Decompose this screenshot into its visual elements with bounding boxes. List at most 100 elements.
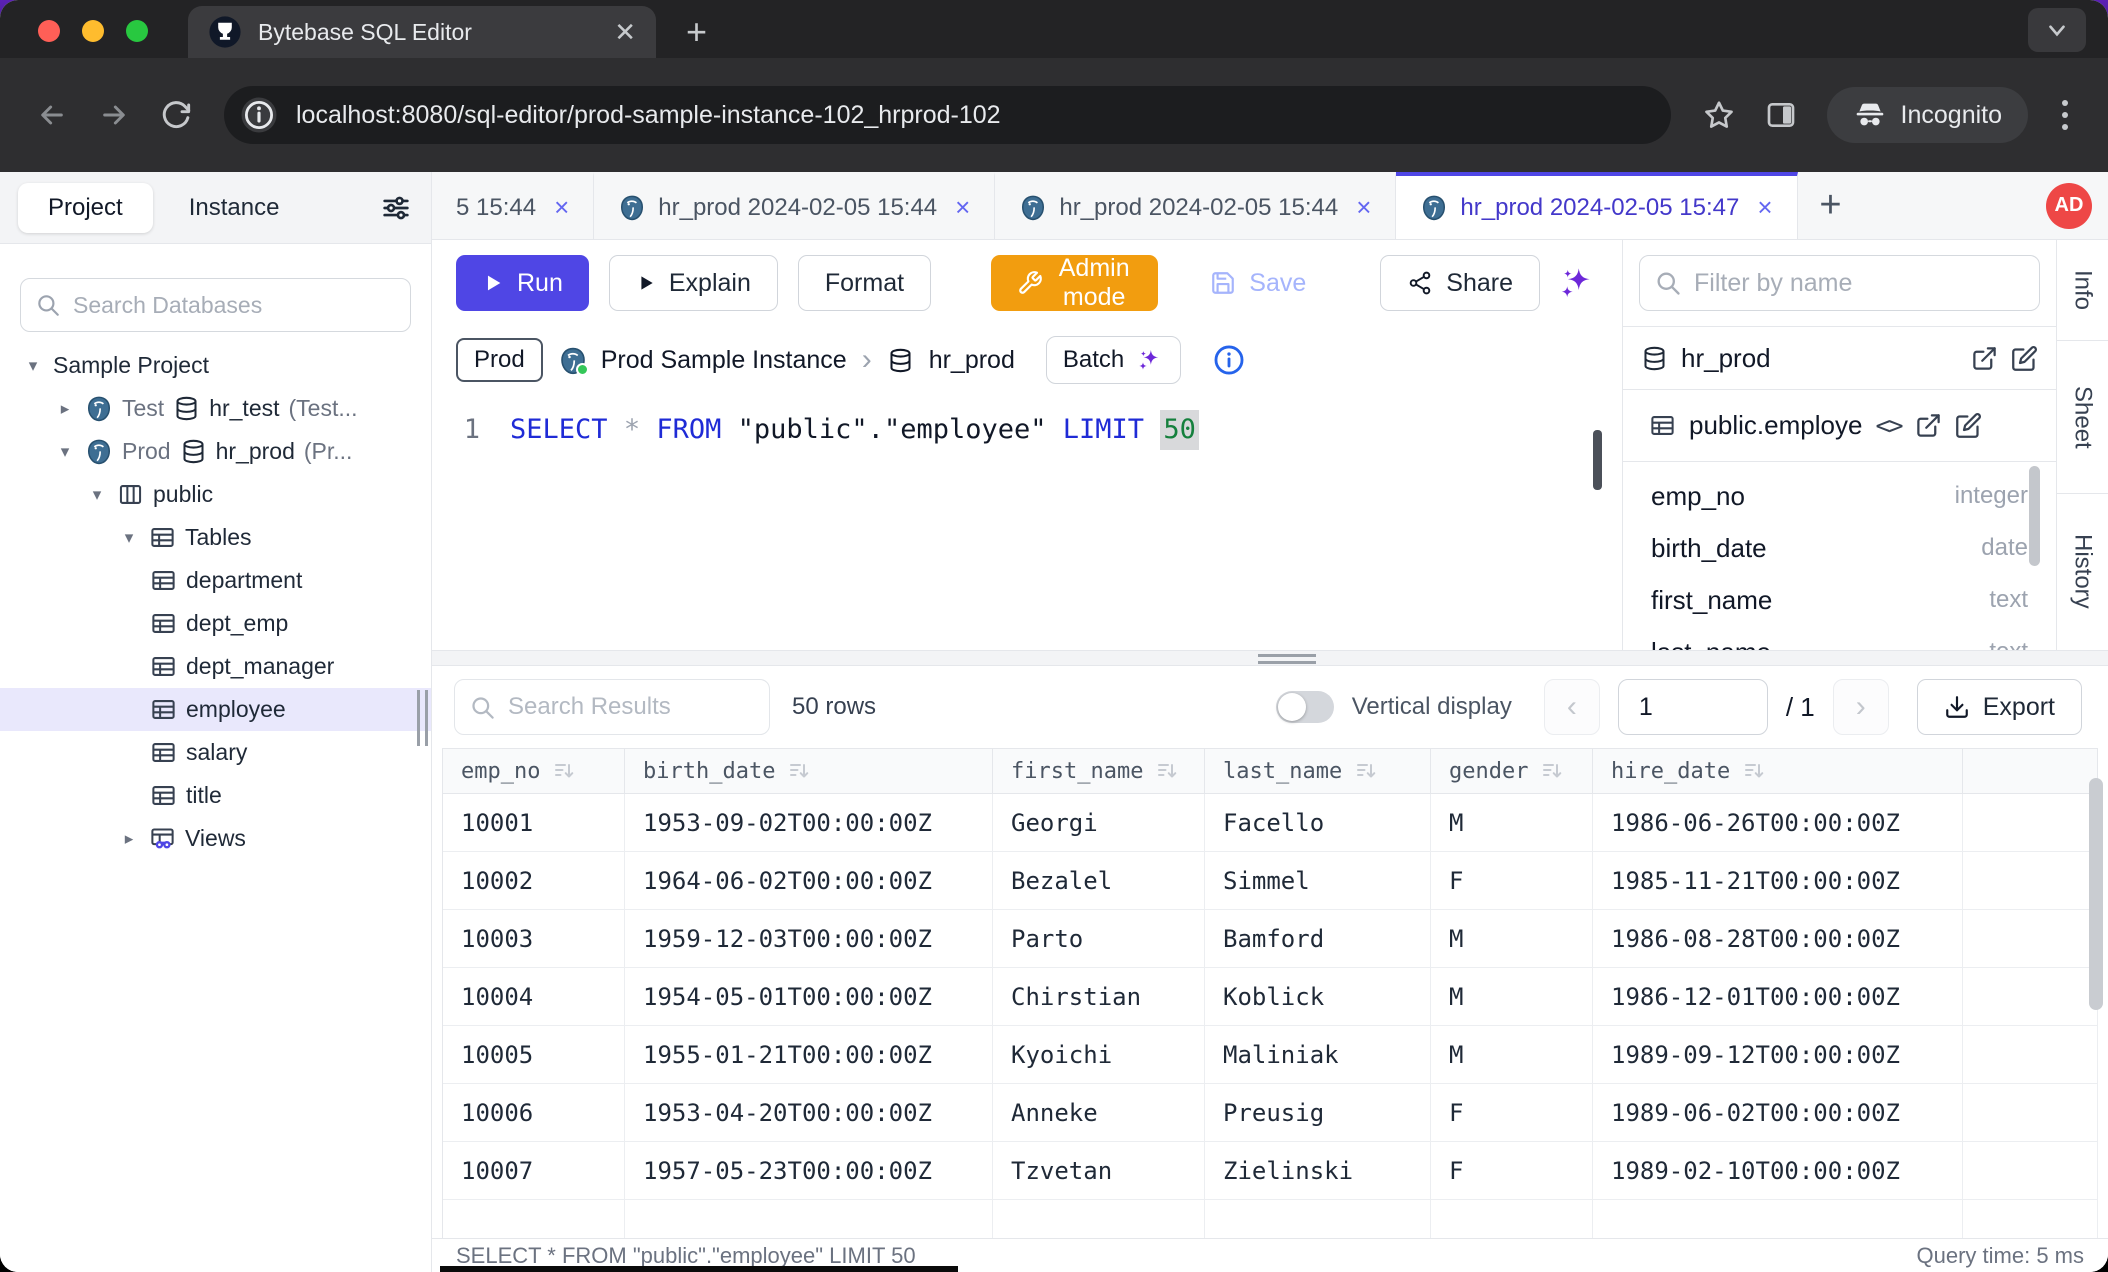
table-cell[interactable]: 1985-11-21T00:00:00Z (1593, 852, 1963, 909)
schema-column-row[interactable]: emp_nointeger (1651, 470, 2028, 522)
external-link-icon[interactable] (1915, 412, 1942, 439)
tree-item-table-dept_emp[interactable]: dept_emp (0, 602, 431, 645)
table-cell[interactable]: 1989-02-10T00:00:00Z (1593, 1142, 1963, 1199)
close-tab-icon[interactable]: × (1757, 192, 1772, 223)
pane-divider[interactable] (432, 650, 2108, 666)
caret-down-icon[interactable]: ▾ (118, 528, 140, 548)
tree-item-db-test[interactable]: ▸ Test hr_test (Test... (0, 387, 431, 430)
table-cell[interactable]: M (1431, 968, 1593, 1025)
table-cell[interactable]: Bezalel (993, 852, 1205, 909)
table-cell[interactable]: 1986-12-01T00:00:00Z (1593, 968, 1963, 1025)
filter-by-name-input[interactable] (1694, 269, 2025, 298)
batch-button[interactable]: Batch (1046, 336, 1181, 384)
tree-item-project[interactable]: ▾ Sample Project (0, 344, 431, 387)
close-tab-icon[interactable]: × (1356, 192, 1371, 223)
address-bar[interactable]: localhost:8080/sql-editor/prod-sample-in… (224, 86, 1671, 144)
table-cell[interactable]: 1989-09-12T00:00:00Z (1593, 1026, 1963, 1083)
tree-item-views[interactable]: ▸ Views (0, 817, 431, 860)
caret-down-icon[interactable]: ▾ (22, 356, 44, 376)
schema-column-row[interactable]: birth_datedate (1651, 522, 2028, 574)
table-cell[interactable]: Zielinski (1205, 1142, 1431, 1199)
table-cell[interactable]: Facello (1205, 794, 1431, 851)
table-cell[interactable]: 10007 (443, 1142, 625, 1199)
share-button[interactable]: Share (1380, 255, 1540, 311)
export-button[interactable]: Export (1917, 679, 2082, 735)
caret-down-icon[interactable]: ▾ (86, 485, 108, 505)
info-circle-icon[interactable] (1212, 343, 1246, 377)
maximize-window-button[interactable] (126, 20, 148, 42)
database-name[interactable]: hr_prod (929, 346, 1015, 375)
results-search[interactable] (454, 679, 770, 735)
admin-mode-button[interactable]: Admin mode (991, 255, 1158, 311)
sort-icon[interactable] (1742, 759, 1766, 783)
table-cell[interactable]: Anneke (993, 1084, 1205, 1141)
table-cell[interactable]: 1954-05-01T00:00:00Z (625, 968, 993, 1025)
table-cell[interactable] (443, 1200, 625, 1238)
tab-info[interactable]: Info (2057, 240, 2108, 341)
table-cell[interactable]: 10006 (443, 1084, 625, 1141)
tree-item-table-salary[interactable]: salary (0, 731, 431, 774)
schema-column-row[interactable]: first_nametext (1651, 574, 2028, 626)
table-cell[interactable]: M (1431, 1026, 1593, 1083)
tab-sheet[interactable]: Sheet (2057, 341, 2108, 494)
close-tab-icon[interactable]: × (955, 192, 970, 223)
schema-database-row[interactable]: hr_prod (1623, 326, 2056, 390)
table-cell[interactable]: F (1431, 852, 1593, 909)
forward-icon[interactable] (88, 89, 140, 141)
sql-code-editor[interactable]: 1 SELECT * FROM "public"."employee" LIMI… (432, 394, 1622, 650)
filter-by-name[interactable] (1639, 255, 2040, 311)
instance-name[interactable]: Prod Sample Instance (601, 346, 847, 375)
vertical-display-toggle[interactable] (1276, 691, 1334, 723)
sheet-tab[interactable]: hr_prod 2024-02-05 15:44× (594, 172, 995, 239)
minimize-window-button[interactable] (82, 20, 104, 42)
table-cell[interactable]: Preusig (1205, 1084, 1431, 1141)
caret-right-icon[interactable]: ▸ (118, 829, 140, 849)
back-icon[interactable] (26, 89, 78, 141)
explain-button[interactable]: Explain (609, 255, 778, 311)
table-cell[interactable]: Georgi (993, 794, 1205, 851)
sheet-tab[interactable]: hr_prod 2024-02-05 15:44× (995, 172, 1396, 239)
caret-down-icon[interactable]: ▾ (54, 442, 76, 462)
column-header-hire_date[interactable]: hire_date (1593, 749, 1963, 793)
browser-tab[interactable]: Bytebase SQL Editor ✕ (188, 6, 656, 58)
results-scrollbar[interactable] (2089, 778, 2103, 1010)
table-cell[interactable]: F (1431, 1142, 1593, 1199)
next-page-button[interactable]: › (1833, 679, 1889, 735)
tree-item-table-department[interactable]: department (0, 559, 431, 602)
avatar[interactable]: AD (2046, 183, 2092, 229)
table-cell[interactable]: Tzvetan (993, 1142, 1205, 1199)
sheet-tab[interactable]: 5 15:44× (432, 172, 594, 239)
close-browser-tab-icon[interactable]: ✕ (614, 17, 636, 48)
table-cell[interactable]: M (1431, 794, 1593, 851)
bookmark-star-icon[interactable] (1693, 89, 1745, 141)
database-search[interactable] (20, 278, 411, 332)
reload-icon[interactable] (150, 89, 202, 141)
search-results-input[interactable] (508, 693, 818, 721)
format-button[interactable]: Format (798, 255, 931, 311)
table-cell[interactable]: Chirstian (993, 968, 1205, 1025)
table-cell[interactable]: 10001 (443, 794, 625, 851)
tab-project[interactable]: Project (18, 183, 153, 233)
tab-instance[interactable]: Instance (189, 194, 280, 222)
tab-history[interactable]: History (2057, 494, 2108, 650)
search-databases-input[interactable] (73, 292, 396, 319)
save-button[interactable]: Save (1184, 255, 1332, 311)
table-cell[interactable]: F (1431, 1084, 1593, 1141)
table-cell[interactable]: 10005 (443, 1026, 625, 1083)
sort-icon[interactable] (1354, 759, 1378, 783)
table-cell[interactable]: 1953-09-02T00:00:00Z (625, 794, 993, 851)
table-cell[interactable]: 1989-06-02T00:00:00Z (1593, 1084, 1963, 1141)
table-cell[interactable]: 1964-06-02T00:00:00Z (625, 852, 993, 909)
table-cell[interactable]: 1986-06-26T00:00:00Z (1593, 794, 1963, 851)
table-cell[interactable]: Parto (993, 910, 1205, 967)
tree-item-table-title[interactable]: title (0, 774, 431, 817)
pane-resize-handle[interactable] (1258, 654, 1316, 664)
browser-menu-icon[interactable] (2048, 100, 2082, 130)
table-cell[interactable]: Bamford (1205, 910, 1431, 967)
column-header-first_name[interactable]: first_name (993, 749, 1205, 793)
page-number-input[interactable] (1618, 679, 1768, 735)
sort-icon[interactable] (552, 759, 576, 783)
table-cell[interactable] (1593, 1200, 1963, 1238)
table-cell[interactable]: Kyoichi (993, 1026, 1205, 1083)
table-cell[interactable]: 1957-05-23T00:00:00Z (625, 1142, 993, 1199)
